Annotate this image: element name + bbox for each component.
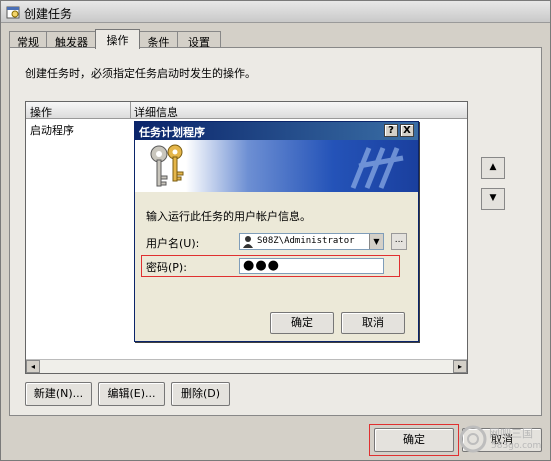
- column-header-details[interactable]: 详细信息: [134, 104, 178, 120]
- dialog-ok-button[interactable]: 确定: [270, 312, 334, 334]
- tab-actions[interactable]: 操作: [95, 29, 140, 49]
- close-button[interactable]: X: [400, 124, 414, 137]
- actions-hint: 创建任务时，必须指定任务启动时发生的操作。: [25, 67, 256, 80]
- dialog-titlebar: 任务计划程序 ? X: [135, 122, 418, 140]
- browse-user-button[interactable]: ...: [391, 233, 407, 250]
- user-icon: [243, 236, 253, 248]
- tab-triggers[interactable]: 触发器: [46, 31, 97, 49]
- tab-settings[interactable]: 设置: [177, 31, 221, 49]
- help-button[interactable]: ?: [384, 124, 398, 137]
- window-title: 创建任务: [24, 7, 73, 21]
- tab-general[interactable]: 常规: [9, 31, 47, 49]
- move-up-button[interactable]: ▲: [481, 157, 505, 179]
- scroll-down-icon: ▼: [489, 193, 497, 203]
- table-row[interactable]: 启动程序: [30, 122, 74, 138]
- list-header: 操作 详细信息: [26, 102, 467, 119]
- horizontal-scrollbar[interactable]: ◂ ▸: [26, 359, 467, 373]
- keys-icon: [150, 144, 184, 187]
- row-action: 启动程序: [30, 124, 74, 137]
- dialog-title: 任务计划程序: [139, 126, 205, 139]
- new-action-button[interactable]: 新建(N)...: [25, 382, 92, 406]
- username-label: 用户名(U):: [146, 237, 200, 250]
- watermark-line1: 网吧三国: [489, 427, 533, 440]
- watermark-logo-icon: [459, 425, 487, 453]
- column-divider[interactable]: [130, 102, 131, 119]
- username-value: S08Z\Administrator: [257, 236, 355, 246]
- scroll-left-icon[interactable]: ◂: [26, 360, 40, 373]
- ok-highlight-box: [369, 424, 459, 456]
- dialog-prompt: 输入运行此任务的用户帐户信息。: [146, 210, 311, 223]
- scroll-right-icon[interactable]: ▸: [453, 360, 467, 373]
- edit-action-button[interactable]: 编辑(E)...: [98, 382, 165, 406]
- site-watermark: 网吧三国 583go.com: [459, 419, 551, 461]
- banner-watermark-icon: [350, 147, 404, 189]
- window-titlebar: 创建任务: [1, 1, 550, 23]
- watermark-line2: 583go.com: [491, 441, 542, 451]
- move-down-button[interactable]: ▼: [481, 188, 505, 210]
- create-task-window: 创建任务 常规 触发器 操作 条件 设置 创建任务时，必须指定任务启动时发生的操…: [0, 0, 551, 461]
- username-combobox[interactable]: S08Z\Administrator ▼: [239, 233, 384, 250]
- scroll-up-icon: ▲: [489, 162, 497, 172]
- credentials-dialog: 任务计划程序 ? X 输入运行此任务的用户帐户信息。 用户名(U): S08Z\…: [134, 121, 419, 342]
- delete-action-button[interactable]: 删除(D): [171, 382, 230, 406]
- chevron-down-icon[interactable]: ▼: [369, 234, 383, 249]
- column-header-action[interactable]: 操作: [30, 104, 52, 120]
- tab-conditions[interactable]: 条件: [139, 31, 178, 49]
- dialog-banner: [135, 140, 418, 192]
- task-icon: [6, 6, 20, 19]
- dialog-cancel-button[interactable]: 取消: [341, 312, 405, 334]
- password-highlight-box: [141, 255, 400, 277]
